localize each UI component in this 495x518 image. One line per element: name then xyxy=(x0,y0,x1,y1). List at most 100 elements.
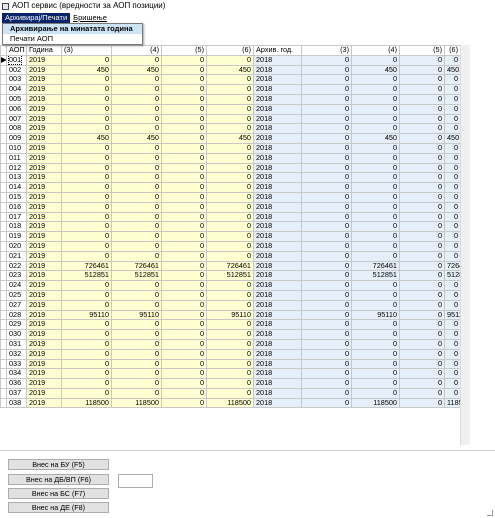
cell-ayear[interactable]: 2018 xyxy=(253,113,302,125)
cell-year[interactable]: 2019 xyxy=(26,74,62,86)
cell-a3[interactable]: 0 xyxy=(301,113,352,125)
table-row[interactable]: 021 2019 0 0 0 0 2018 0 0 0 0 xyxy=(0,250,460,262)
cell-c3[interactable]: 0 xyxy=(61,103,112,115)
cell-a6[interactable]: 0 xyxy=(444,93,460,105)
cell-a3[interactable]: 0 xyxy=(301,84,352,95)
cell-aop[interactable]: 003 xyxy=(6,74,27,86)
cell-c5[interactable]: 0 xyxy=(161,387,207,399)
cell-c5[interactable]: 0 xyxy=(161,309,207,321)
cell-c5[interactable]: 0 xyxy=(161,123,207,135)
resize-grip-icon[interactable] xyxy=(487,510,493,516)
cell-a6[interactable]: 450 xyxy=(444,133,460,144)
cell-c3[interactable]: 0 xyxy=(61,74,112,86)
cell-c4[interactable]: 0 xyxy=(111,182,162,193)
cell-a4[interactable]: 0 xyxy=(351,329,400,340)
cell-c4[interactable]: 0 xyxy=(111,280,162,291)
cell-a4[interactable]: 0 xyxy=(351,93,400,105)
table-row[interactable]: 029 2019 0 0 0 0 2018 0 0 0 0 xyxy=(0,319,460,331)
cell-year[interactable]: 2019 xyxy=(26,172,62,184)
cell-c3[interactable]: 512851 xyxy=(61,270,112,282)
cell-c3[interactable]: 0 xyxy=(61,201,112,213)
col-header-aop[interactable]: АОП xyxy=(6,45,27,56)
table-row[interactable]: 030 2019 0 0 0 0 2018 0 0 0 0 xyxy=(0,329,460,340)
cell-c6[interactable]: 0 xyxy=(206,142,254,154)
cell-ayear[interactable]: 2018 xyxy=(253,329,302,340)
cell-year[interactable]: 2019 xyxy=(26,64,62,76)
cell-c5[interactable]: 0 xyxy=(161,231,207,242)
cell-c4[interactable]: 0 xyxy=(111,387,162,399)
cell-a5[interactable]: 0 xyxy=(399,231,445,242)
cell-c3[interactable]: 450 xyxy=(61,64,112,76)
cell-a4[interactable]: 0 xyxy=(351,54,400,66)
cell-c4[interactable]: 726461 xyxy=(111,260,162,272)
cell-c6[interactable]: 0 xyxy=(206,74,254,86)
cell-a5[interactable]: 0 xyxy=(399,191,445,203)
enter-de-button[interactable]: Внес на ДЕ (F8) xyxy=(8,502,109,513)
cell-c4[interactable]: 0 xyxy=(111,378,162,389)
vertical-scrollbar[interactable] xyxy=(460,45,470,445)
cell-c5[interactable]: 0 xyxy=(161,270,207,282)
table-row[interactable]: 034 2019 0 0 0 0 2018 0 0 0 0 xyxy=(0,368,460,380)
cell-ayear[interactable]: 2018 xyxy=(253,162,302,174)
cell-a3[interactable]: 0 xyxy=(301,103,352,115)
cell-aop[interactable]: 010 xyxy=(6,142,27,154)
cell-a6[interactable]: 0 xyxy=(444,152,460,164)
cell-a3[interactable]: 0 xyxy=(301,64,352,76)
table-row[interactable]: 031 2019 0 0 0 0 2018 0 0 0 0 xyxy=(0,338,460,350)
cell-a3[interactable]: 0 xyxy=(301,387,352,399)
cell-ayear[interactable]: 2018 xyxy=(253,309,302,321)
cell-c5[interactable]: 0 xyxy=(161,358,207,370)
cell-year[interactable]: 2019 xyxy=(26,142,62,154)
cell-c6[interactable]: 0 xyxy=(206,319,254,331)
cell-c3[interactable]: 0 xyxy=(61,387,112,399)
cell-c5[interactable]: 0 xyxy=(161,113,207,125)
cell-ayear[interactable]: 2018 xyxy=(253,397,302,409)
cell-c6[interactable]: 0 xyxy=(206,123,254,135)
cell-c5[interactable]: 0 xyxy=(161,211,207,223)
cell-a3[interactable]: 0 xyxy=(301,240,352,252)
cell-c6[interactable]: 0 xyxy=(206,84,254,95)
cell-c5[interactable]: 0 xyxy=(161,93,207,105)
cell-c5[interactable]: 0 xyxy=(161,103,207,115)
cell-a4[interactable]: 0 xyxy=(351,84,400,95)
cell-c3[interactable]: 0 xyxy=(61,211,112,223)
cell-c6[interactable]: 0 xyxy=(206,211,254,223)
table-row[interactable]: 020 2019 0 0 0 0 2018 0 0 0 0 xyxy=(0,240,460,252)
menu-delete[interactable]: Бришење xyxy=(70,13,110,23)
cell-a3[interactable]: 0 xyxy=(301,211,352,223)
cell-c6[interactable]: 0 xyxy=(206,93,254,105)
table-row[interactable]: 037 2019 0 0 0 0 2018 0 0 0 0 xyxy=(0,387,460,399)
cell-year[interactable]: 2019 xyxy=(26,211,62,223)
table-row[interactable]: 012 2019 0 0 0 0 2018 0 0 0 0 xyxy=(0,162,460,174)
cell-c3[interactable]: 0 xyxy=(61,93,112,105)
cell-c4[interactable]: 0 xyxy=(111,162,162,174)
cell-aop[interactable]: 004 xyxy=(6,84,27,95)
cell-c4[interactable]: 0 xyxy=(111,211,162,223)
cell-aop[interactable]: 008 xyxy=(6,123,27,135)
cell-a4[interactable]: 0 xyxy=(351,358,400,370)
cell-year[interactable]: 2019 xyxy=(26,329,62,340)
cell-a6[interactable]: 0 xyxy=(444,201,460,213)
cell-aop[interactable]: 025 xyxy=(6,289,27,301)
cell-ayear[interactable]: 2018 xyxy=(253,133,302,144)
cell-year[interactable]: 2019 xyxy=(26,123,62,135)
cell-a4[interactable]: 0 xyxy=(351,123,400,135)
col-header-archive-4[interactable]: (4) xyxy=(351,45,400,56)
cell-c6[interactable]: 0 xyxy=(206,152,254,164)
cell-ayear[interactable]: 2018 xyxy=(253,368,302,380)
cell-aop[interactable]: 037 xyxy=(6,387,27,399)
cell-a4[interactable]: 0 xyxy=(351,338,400,350)
cell-a4[interactable]: 0 xyxy=(351,182,400,193)
cell-ayear[interactable]: 2018 xyxy=(253,231,302,242)
cell-a3[interactable]: 0 xyxy=(301,397,352,409)
cell-a3[interactable]: 0 xyxy=(301,250,352,262)
cell-aop[interactable]: 032 xyxy=(6,348,27,360)
cell-ayear[interactable]: 2018 xyxy=(253,182,302,193)
cell-a4[interactable]: 0 xyxy=(351,348,400,360)
table-row[interactable]: 003 2019 0 0 0 0 2018 0 0 0 0 xyxy=(0,74,460,86)
cell-year[interactable]: 2019 xyxy=(26,270,62,282)
cell-a5[interactable]: 0 xyxy=(399,54,445,66)
cell-c3[interactable]: 0 xyxy=(61,54,112,66)
table-row[interactable]: 017 2019 0 0 0 0 2018 0 0 0 0 xyxy=(0,211,460,223)
table-row[interactable]: ▶ 001 2019 0 0 0 0 2018 0 0 0 0 xyxy=(0,54,460,66)
